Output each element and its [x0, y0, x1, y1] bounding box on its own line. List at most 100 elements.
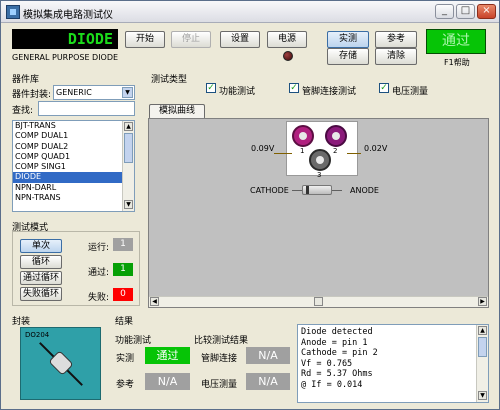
report-line: Anode = pin 1: [301, 337, 368, 348]
reference-result-value: N/A: [145, 373, 190, 390]
reference-result-label: 参考: [116, 380, 135, 390]
left-voltage-readout: 0.09V: [251, 144, 275, 153]
pass-loop-button[interactable]: 通过循环: [20, 271, 62, 285]
voltage-label: 电压测量: [392, 87, 429, 97]
list-item[interactable]: COMP QUAD1: [13, 152, 134, 162]
report-line: Cathode = pin 2: [301, 348, 378, 358]
main-window: 模拟集成电路测试仪 _ □ × DIODE GENERAL PURPOSE DI…: [0, 0, 500, 410]
fail-count-value: 0: [113, 288, 133, 301]
pin2-icon: [325, 125, 347, 147]
maximize-button[interactable]: □: [456, 4, 475, 19]
scroll-right-icon[interactable]: ▶: [478, 297, 487, 306]
actual-result-value: 通过: [145, 347, 190, 364]
help-label: F1帮助: [444, 58, 470, 67]
list-item[interactable]: BJT-TRANS: [13, 121, 134, 131]
device-display: DIODE: [12, 29, 118, 49]
power-indicator-icon: [283, 51, 293, 61]
stop-button[interactable]: 停止: [171, 31, 211, 48]
list-item[interactable]: COMP DUAL2: [13, 142, 134, 152]
compare-label: 比较测试结果: [194, 336, 249, 346]
pin1-label: 1: [300, 147, 305, 155]
search-input[interactable]: [38, 101, 135, 116]
report-line: Vf = 0.765: [301, 358, 353, 369]
search-label: 查找:: [12, 106, 34, 116]
device-list-scrollbar[interactable]: ▲ ▼: [122, 121, 134, 211]
voltage-checkbox[interactable]: ✓: [379, 83, 389, 93]
package-panel-title: 封装: [12, 317, 31, 327]
report-textbox[interactable]: Diode detected Anode = pin 1 Cathode = pin…: [297, 324, 489, 403]
close-button[interactable]: ×: [477, 4, 496, 19]
device-list[interactable]: BJT-TRANS COMP DUAL1 COMP DUAL2 COMP QUAD1 C…: [12, 120, 135, 212]
tab-analog-curve[interactable]: 模拟曲线: [149, 104, 205, 119]
pin-connect-result-value: N/A: [246, 347, 290, 364]
results-title: 结果: [115, 317, 134, 327]
run-count-label: 运行:: [88, 243, 110, 253]
pass-count-label: 通过:: [88, 268, 110, 278]
device-subtitle: GENERAL PURPOSE DIODE: [12, 53, 119, 62]
package-name: DO204: [25, 331, 50, 339]
pin1-icon: [292, 125, 314, 147]
package-select[interactable]: GENERIC ▼: [53, 85, 135, 100]
title-bar: 模拟集成电路测试仪 _ □ ×: [1, 1, 499, 23]
reference-button[interactable]: 参考: [375, 31, 417, 48]
settings-button[interactable]: 设置: [220, 31, 260, 48]
report-line: Diode detected: [301, 327, 373, 337]
right-lead-line: [347, 153, 361, 154]
pin-connect-label: 管脚连接测试: [302, 87, 357, 97]
voltage-result-value: N/A: [246, 373, 290, 390]
pin3-label: 3: [317, 171, 322, 179]
package-value: GENERIC: [56, 88, 92, 97]
hscroll-thumb[interactable]: [314, 297, 323, 306]
cathode-label: CATHODE: [250, 186, 289, 195]
scroll-down-icon[interactable]: ▼: [124, 200, 133, 209]
pin-connect-result-label: 管脚连接: [201, 354, 238, 364]
list-item[interactable]: COMP DUAL1: [13, 131, 134, 141]
report-line: Rd = 5.37 Ohms: [301, 369, 373, 379]
scroll-left-icon[interactable]: ◀: [150, 297, 159, 306]
pin3-icon: [309, 149, 331, 171]
test-type-title: 测试类型: [151, 75, 188, 85]
report-scrollbar[interactable]: ▲ ▼: [476, 325, 488, 402]
voltage-result-label: 电压测量: [201, 380, 238, 390]
fail-loop-button[interactable]: 失败循环: [20, 287, 62, 301]
loop-mode-button[interactable]: 循环: [20, 255, 62, 269]
list-item[interactable]: COMP SING1: [13, 162, 134, 172]
list-item[interactable]: NPN-TRANS: [13, 193, 134, 203]
save-button[interactable]: 存储: [327, 48, 369, 65]
fail-count-label: 失败:: [88, 293, 110, 303]
functional-test-label: 功能测试: [219, 87, 256, 97]
scroll-thumb[interactable]: [124, 133, 133, 163]
chevron-down-icon[interactable]: ▼: [122, 87, 133, 98]
start-button[interactable]: 开始: [125, 31, 165, 48]
report-scroll-down-icon[interactable]: ▼: [478, 391, 487, 400]
canvas-hscrollbar[interactable]: ◀ ▶: [149, 296, 488, 307]
functional-test-checkbox[interactable]: ✓: [206, 83, 216, 93]
pin-connect-checkbox[interactable]: ✓: [289, 83, 299, 93]
run-count-value: 1: [113, 238, 133, 251]
power-button[interactable]: 电源: [267, 31, 307, 48]
package-label: 器件封装:: [12, 90, 52, 100]
list-item[interactable]: DIODE: [13, 172, 134, 183]
diode-body-icon: [302, 185, 332, 195]
library-title: 器件库: [12, 75, 40, 85]
left-lead-line: [274, 153, 292, 154]
report-scroll-up-icon[interactable]: ▲: [478, 326, 487, 335]
func-test-label: 功能测试: [115, 336, 152, 346]
anode-label: ANODE: [350, 186, 379, 195]
report-line: @ If = 0.014: [301, 379, 363, 390]
actual-result-label: 实测: [116, 354, 135, 364]
package-image: DO204: [20, 327, 101, 400]
scroll-up-icon[interactable]: ▲: [124, 122, 133, 131]
right-voltage-readout: 0.02V: [364, 144, 388, 153]
clear-button[interactable]: 清除: [375, 48, 417, 65]
report-scroll-thumb[interactable]: [478, 337, 487, 357]
single-mode-button[interactable]: 单次: [20, 239, 62, 253]
actual-button[interactable]: 实测: [327, 31, 369, 48]
pass-display: 通过: [426, 29, 486, 54]
pass-count-value: 1: [113, 263, 133, 276]
window-title: 模拟集成电路测试仪: [23, 10, 113, 21]
list-item[interactable]: NPN-DARL: [13, 183, 134, 193]
app-icon: [6, 5, 20, 19]
minimize-button[interactable]: _: [435, 4, 454, 19]
diagram-canvas: 1 2 3 0.09V 0.02V CATHODE ANODE ◀ ▶: [148, 118, 489, 308]
